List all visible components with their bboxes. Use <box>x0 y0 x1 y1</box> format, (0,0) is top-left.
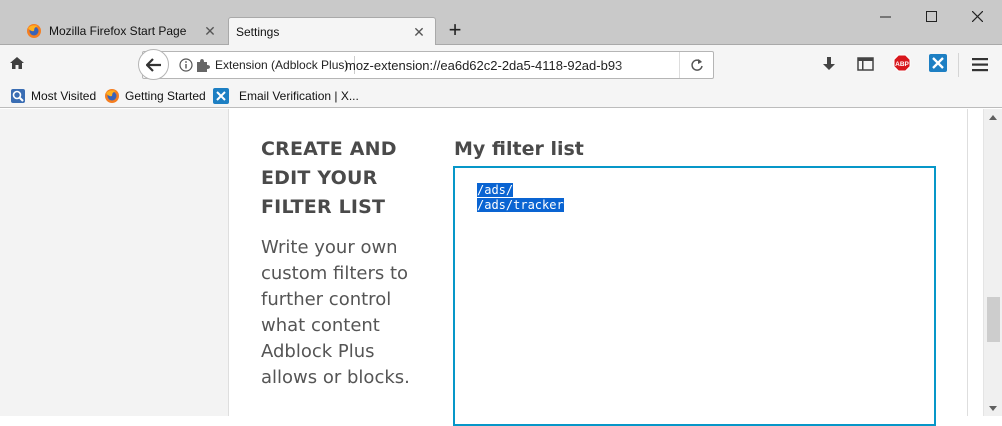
bookmark-label: Email Verification | X... <box>239 89 359 103</box>
bookmark-getting-started[interactable]: Getting Started <box>104 87 206 105</box>
bookmark-most-visited[interactable]: Most Visited <box>10 87 96 105</box>
vertical-scrollbar[interactable] <box>983 109 1002 416</box>
tab-label: Mozilla Firefox Start Page <box>49 24 187 38</box>
tab-settings[interactable]: Settings ✕ <box>228 17 436 46</box>
back-button[interactable] <box>138 49 169 80</box>
bookmarks-toolbar: Most Visited Getting Started Email Verif… <box>0 85 1002 108</box>
scroll-up-arrow[interactable] <box>989 115 997 120</box>
bookmark-label: Most Visited <box>31 89 97 103</box>
firefox-icon <box>105 89 119 103</box>
extension-icon[interactable] <box>929 54 947 72</box>
tab-strip: Mozilla Firefox Start Page ✕ Settings ✕ … <box>0 0 1002 46</box>
close-icon <box>971 10 983 22</box>
firefox-icon <box>27 24 41 38</box>
menu-icon[interactable] <box>972 58 988 72</box>
close-window-button[interactable] <box>954 0 1000 32</box>
filter-line: /ads/ <box>477 183 514 197</box>
reload-icon <box>690 59 703 71</box>
back-arrow-icon <box>145 57 161 72</box>
section-heading: CREATE AND EDIT YOUR FILTER LIST <box>261 138 397 218</box>
downloads-icon[interactable] <box>822 56 836 72</box>
identity-label: Extension (Adblock Plus) <box>215 58 349 72</box>
close-tab-icon[interactable]: ✕ <box>202 23 218 39</box>
scroll-down-arrow[interactable] <box>989 406 997 411</box>
filter-line: /ads/tracker <box>477 198 564 212</box>
navigation-toolbar: Extension (Adblock Plus) moz-extension:/… <box>0 45 1002 85</box>
section-description: Write your own custom filters to further… <box>261 237 410 388</box>
reload-button[interactable] <box>679 52 713 78</box>
maximize-icon <box>925 10 937 22</box>
svg-text:ABP: ABP <box>895 61 909 68</box>
filter-list-textarea[interactable]: /ads/ /ads/tracker <box>453 166 936 426</box>
most-visited-icon <box>11 89 25 103</box>
close-tab-icon[interactable]: ✕ <box>411 24 427 40</box>
bookmark-email-verification[interactable]: Email Verification | X... <box>213 87 359 105</box>
site-identity[interactable]: Extension (Adblock Plus) <box>179 52 356 78</box>
minimize-icon <box>879 16 891 17</box>
tab-mozilla-start-page[interactable]: Mozilla Firefox Start Page ✕ <box>14 17 226 45</box>
home-icon[interactable] <box>9 56 25 70</box>
sidebar-icon[interactable] <box>857 57 874 71</box>
info-icon <box>179 58 193 72</box>
maximize-button[interactable] <box>908 0 954 32</box>
extension-puzzle-icon <box>197 59 210 72</box>
settings-sidebar <box>0 109 229 416</box>
scrollbar-thumb[interactable] <box>987 297 1000 342</box>
adblock-plus-icon[interactable]: ABP <box>893 54 911 72</box>
new-tab-button[interactable]: + <box>444 19 466 42</box>
extension-icon <box>213 88 229 104</box>
bookmark-label: Getting Started <box>125 89 206 103</box>
minimize-button[interactable] <box>862 0 908 32</box>
page-content: CREATE AND EDIT YOUR FILTER LIST Write y… <box>0 109 1002 426</box>
filter-list-title: My filter list <box>454 138 584 160</box>
tab-label: Settings <box>236 25 280 39</box>
url-bar[interactable]: Extension (Adblock Plus) moz-extension:/… <box>142 51 714 79</box>
